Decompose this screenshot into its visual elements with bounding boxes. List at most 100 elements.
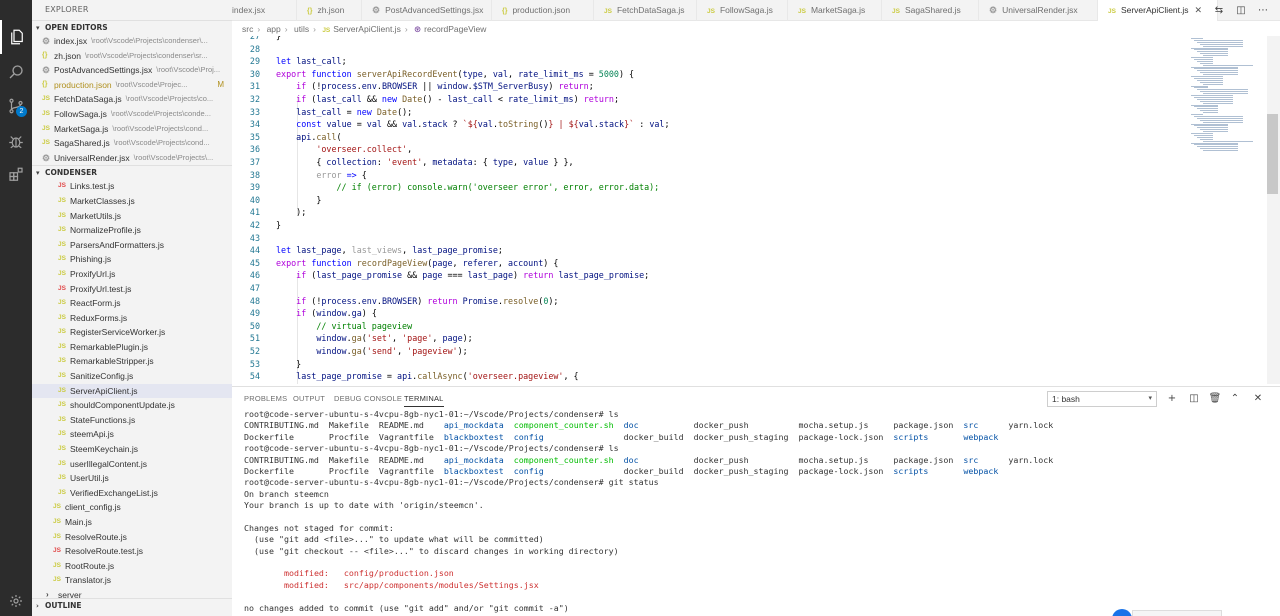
maximize-panel-icon[interactable]: ⌃ bbox=[1225, 391, 1245, 407]
open-editors-header[interactable]: ▾ OPEN EDITORS bbox=[32, 20, 232, 34]
file-item[interactable]: JS Links.test.js bbox=[32, 179, 232, 194]
open-editor-item[interactable]: {} zh.json \root\Vscode\Projects\condenser… bbox=[32, 49, 232, 64]
open-editor-path: \root\Vscode\Projects\co... bbox=[125, 94, 214, 104]
split-terminal-icon[interactable]: ◫ bbox=[1184, 391, 1204, 407]
panel-tab-debug-console[interactable]: DEBUG CONSOLE bbox=[334, 391, 402, 407]
file-item[interactable]: JS ResolveRoute.js bbox=[32, 530, 232, 545]
file-item[interactable]: JS MarketUtils.js bbox=[32, 209, 232, 224]
extensions-icon[interactable] bbox=[0, 158, 32, 192]
tab-universalrender-jsx[interactable]: ⚙ UniversalRender.jsx bbox=[979, 0, 1098, 21]
file-item[interactable]: JS Phishing.js bbox=[32, 252, 232, 267]
terminal-line: CONTRIBUTING.md Makefile README.md api_m… bbox=[244, 454, 1054, 465]
minimap-line bbox=[1203, 83, 1223, 85]
breadcrumb-symbol[interactable]: recordPageView bbox=[424, 24, 486, 34]
breadcrumb-src[interactable]: src bbox=[242, 24, 253, 34]
minimap-line bbox=[1191, 66, 1238, 68]
file-item[interactable]: JS UserUtil.js bbox=[32, 471, 232, 486]
file-item[interactable]: JS RootRoute.js bbox=[32, 559, 232, 574]
source-control-icon[interactable]: 2 bbox=[0, 89, 32, 123]
file-item[interactable]: JS VerifiedExchangeList.js bbox=[32, 486, 232, 501]
file-item[interactable]: JS RemarkablePlugin.js bbox=[32, 340, 232, 355]
tab-marketsaga-js[interactable]: JS MarketSaga.js bbox=[788, 0, 882, 21]
file-item[interactable]: JS RemarkableStripper.js bbox=[32, 354, 232, 369]
js-file-icon: JS bbox=[58, 488, 66, 496]
split-editor-icon[interactable]: ◫ bbox=[1230, 5, 1252, 16]
code-text: let last_page, last_views, last_page_pro… bbox=[276, 245, 503, 256]
file-item[interactable]: JS NormalizeProfile.js bbox=[32, 223, 232, 238]
terminal-output[interactable]: root@code-server-ubuntu-s-4vcpu-8gb-nyc1… bbox=[244, 409, 1264, 616]
editor-tab-bar: index.jsx {} zh.json ⚙ PostAdvancedSettings.… bbox=[232, 0, 1280, 21]
panel-tab-output[interactable]: OUTPUT bbox=[293, 391, 325, 407]
code-line: 48 if (!process.env.BROWSER) return Prom… bbox=[232, 295, 559, 308]
file-item[interactable]: JS ReactForm.js bbox=[32, 296, 232, 311]
editor-scrollbar-track[interactable] bbox=[1267, 36, 1280, 384]
outline-header[interactable]: › OUTLINE bbox=[32, 598, 232, 612]
file-item[interactable]: JS ProxifyUrl.js bbox=[32, 267, 232, 282]
js-file-icon: JS bbox=[53, 576, 61, 584]
settings-gear-icon[interactable] bbox=[0, 586, 32, 616]
kill-terminal-icon[interactable]: 🗑 bbox=[1205, 391, 1225, 407]
tab-zh-json[interactable]: {} zh.json bbox=[297, 0, 362, 21]
panel-tab-terminal[interactable]: TERMINAL bbox=[404, 391, 444, 407]
new-terminal-icon[interactable]: + bbox=[1162, 391, 1182, 407]
file-item[interactable]: JS shouldComponentUpdate.js bbox=[32, 398, 232, 413]
tab-followsaga-js[interactable]: JS FollowSaga.js bbox=[697, 0, 788, 21]
js-file-icon: JS bbox=[53, 532, 61, 540]
file-item[interactable]: JS SteemKeychain.js bbox=[32, 442, 232, 457]
terminal-line: modified: src/app/components/modules/Set… bbox=[283, 579, 539, 590]
line-number: 47 bbox=[249, 283, 260, 293]
file-name: shouldComponentUpdate.js bbox=[70, 400, 175, 411]
file-item[interactable]: JS ReduxForms.js bbox=[32, 311, 232, 326]
close-icon[interactable]: ✕ bbox=[1195, 5, 1203, 15]
condenser-header[interactable]: ▾ CONDENSER bbox=[32, 165, 232, 179]
file-item[interactable]: JS Main.js bbox=[32, 515, 232, 530]
tab-serverapiclient-js[interactable]: JS ServerApiClient.js ✕ bbox=[1098, 0, 1218, 21]
json-file-icon: {} bbox=[42, 51, 48, 59]
code-editor[interactable]: 27} 28 29 let last_call; 30 export function s… bbox=[232, 36, 1187, 384]
file-item[interactable]: JS ProxifyUrl.test.js bbox=[32, 282, 232, 297]
breadcrumb-utils[interactable]: utils bbox=[294, 24, 309, 34]
file-name: Main.js bbox=[65, 517, 92, 527]
file-item[interactable]: JS ServerApiClient.js bbox=[32, 383, 232, 399]
file-item[interactable]: JS client_config.js bbox=[32, 500, 232, 515]
tab-index-jsx[interactable]: index.jsx bbox=[232, 0, 297, 21]
file-item[interactable]: JS steemApi.js bbox=[32, 427, 232, 442]
file-item[interactable]: JS StateFunctions.js bbox=[32, 413, 232, 428]
tab-sagashared-js[interactable]: JS SagaShared.js bbox=[882, 0, 979, 21]
open-editor-path: \root\Vscode\Projects\condenser\sr... bbox=[84, 50, 208, 60]
file-item[interactable]: JS ParsersAndFormatters.js bbox=[32, 238, 232, 253]
tab-fetchdatasaga-js[interactable]: JS FetchDataSaga.js bbox=[594, 0, 697, 21]
file-item[interactable]: JS SanitizeConfig.js bbox=[32, 369, 232, 384]
open-editor-item[interactable]: JS MarketSaga.js \root\Vscode\Projects\con… bbox=[32, 122, 232, 137]
file-item[interactable]: JS userIllegalContent.js bbox=[32, 457, 232, 472]
explorer-icon[interactable] bbox=[0, 20, 32, 54]
tab-production-json[interactable]: {} production.json bbox=[492, 0, 594, 21]
tab-postadvancedsettings-jsx[interactable]: ⚙ PostAdvancedSettings.jsx bbox=[362, 0, 492, 21]
search-icon[interactable] bbox=[0, 55, 32, 89]
open-editor-item[interactable]: ⚙ PostAdvancedSettings.jsx \root\Vscode\Pr… bbox=[32, 63, 232, 78]
file-item[interactable]: JS MarketClasses.js bbox=[32, 194, 232, 209]
compare-changes-icon[interactable]: ⇆ bbox=[1208, 5, 1230, 16]
file-item[interactable]: JS ResolveRoute.test.js bbox=[32, 544, 232, 559]
minimap-line bbox=[1203, 112, 1218, 114]
open-editor-item[interactable]: ⚙ UniversalRender.jsx \root\Vscode\Project… bbox=[32, 151, 232, 166]
minimap-line bbox=[1194, 134, 1213, 136]
breadcrumb-app[interactable]: app bbox=[267, 24, 281, 34]
open-editor-item[interactable]: ⚙ index.jsx \root\Vscode\Projects\condense… bbox=[32, 34, 232, 49]
breadcrumb-file[interactable]: ServerApiClient.js bbox=[333, 24, 401, 34]
terminal-select[interactable]: 1: bash ▾ bbox=[1047, 391, 1157, 407]
close-panel-icon[interactable]: ✕ bbox=[1248, 391, 1268, 407]
line-number: 51 bbox=[249, 333, 260, 344]
open-editor-item[interactable]: JS SagaShared.js \root\Vscode\Projects\con… bbox=[32, 136, 232, 151]
debug-icon[interactable] bbox=[0, 124, 32, 158]
file-item[interactable]: JS Translator.js bbox=[32, 573, 232, 588]
more-actions-icon[interactable]: ⋯ bbox=[1252, 5, 1274, 16]
panel-tab-problems[interactable]: PROBLEMS bbox=[244, 391, 287, 407]
editor-scrollbar-thumb[interactable] bbox=[1267, 114, 1278, 194]
minimap-line bbox=[1200, 62, 1213, 64]
minimap[interactable] bbox=[1187, 36, 1267, 384]
file-item[interactable]: JS RegisterServiceWorker.js bbox=[32, 325, 232, 340]
open-editor-item[interactable]: JS FetchDataSaga.js \root\Vscode\Projects\… bbox=[32, 92, 232, 107]
open-editor-item[interactable]: {} production.json \root\Vscode\Projec... M bbox=[32, 78, 232, 93]
open-editor-item[interactable]: JS FollowSaga.js \root\Vscode\Projects\con… bbox=[32, 107, 232, 122]
